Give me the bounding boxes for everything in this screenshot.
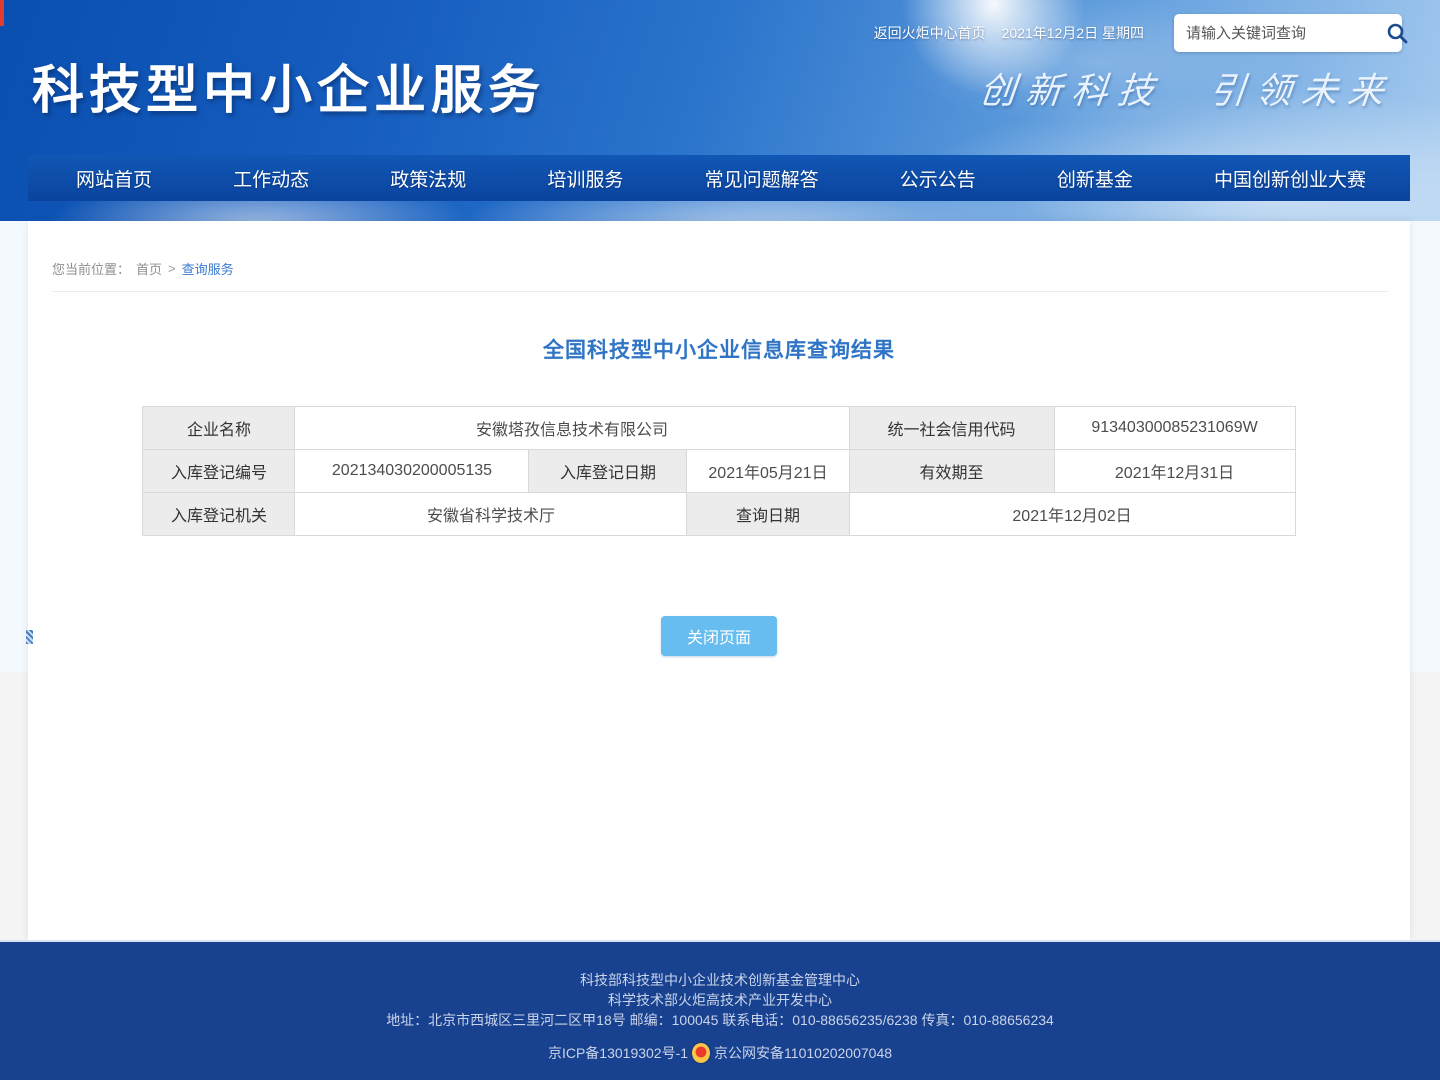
table-header-cell: 入库登记机关 — [143, 493, 295, 536]
nav-item-announcements[interactable]: 公示公告 — [900, 165, 976, 192]
site-title: 科技型中小企业服务 — [32, 48, 545, 123]
footer-org-line-1: 科技部科技型中小企业技术创新基金管理中心 — [0, 942, 1440, 990]
footer-legal-line: 京ICP备13019302号-1 京公网安备11010202007048 — [0, 1043, 1440, 1063]
registration-number-cell: 202134030200005135 — [295, 450, 529, 493]
breadcrumb-home-link[interactable]: 首页 — [136, 259, 162, 278]
footer: 科技部科技型中小企业技术创新基金管理中心 科学技术部火炬高技术产业开发中心 地址… — [0, 940, 1440, 1080]
police-record-link[interactable]: 京公网安备11010202007048 — [714, 1043, 892, 1063]
registration-agency-cell: 安徽省科学技术厅 — [295, 493, 687, 536]
table-header-cell: 入库登记日期 — [529, 450, 687, 493]
breadcrumb-label: 您当前位置： — [52, 259, 130, 278]
table-row: 企业名称 安徽塔孜信息技术有限公司 统一社会信用代码 9134030008523… — [143, 407, 1295, 450]
table-row: 入库登记机关 安徽省科学技术厅 查询日期 2021年12月02日 — [143, 493, 1295, 536]
current-date: 2021年12月2日 星期四 — [1002, 23, 1144, 43]
table-header-cell: 企业名称 — [143, 407, 295, 450]
police-badge-icon — [692, 1043, 710, 1063]
table-header-cell: 有效期至 — [849, 450, 1054, 493]
search-input[interactable] — [1186, 25, 1385, 42]
slogan-calligraphy: 创新科技 引领未来 — [977, 62, 1396, 114]
breadcrumb: 您当前位置： 首页 > 查询服务 — [28, 221, 1410, 278]
main-nav: 网站首页 工作动态 政策法规 培训服务 常见问题解答 公示公告 创新基金 中国创… — [28, 155, 1410, 201]
page: 科技型中小企业服务 创新科技 引领未来 返回火炬中心首页 2021年12月2日 … — [0, 0, 1440, 1080]
company-name-cell: 安徽塔孜信息技术有限公司 — [295, 407, 849, 450]
table-header-cell: 查询日期 — [687, 493, 849, 536]
content-card: 您当前位置： 首页 > 查询服务 全国科技型中小企业信息库查询结果 企业名称 安… — [28, 221, 1410, 940]
table-row: 入库登记编号 202134030200005135 入库登记日期 2021年05… — [143, 450, 1295, 493]
search-icon[interactable] — [1385, 21, 1409, 45]
nav-item-competition[interactable]: 中国创新创业大赛 — [1214, 165, 1366, 192]
nav-item-training[interactable]: 培训服务 — [547, 165, 623, 192]
search-box[interactable] — [1174, 14, 1402, 52]
footer-org-line-2: 科学技术部火炬高技术产业开发中心 — [0, 990, 1440, 1010]
nav-item-home[interactable]: 网站首页 — [76, 165, 152, 192]
nav-item-work-news[interactable]: 工作动态 — [233, 165, 309, 192]
table-header-cell: 入库登记编号 — [143, 450, 295, 493]
nav-item-faq[interactable]: 常见问题解答 — [705, 165, 819, 192]
red-edge-marker — [0, 0, 4, 26]
icp-record-link[interactable]: 京ICP备13019302号-1 — [548, 1043, 688, 1063]
result-table-wrapper: 企业名称 安徽塔孜信息技术有限公司 统一社会信用代码 9134030008523… — [28, 406, 1410, 536]
credit-code-cell: 91340300085231069W — [1054, 407, 1295, 450]
top-utility-bar: 返回火炬中心首页 2021年12月2日 星期四 — [874, 13, 1402, 53]
button-row: 关闭页面 — [28, 616, 1410, 656]
query-date-cell: 2021年12月02日 — [849, 493, 1295, 536]
table-header-cell: 统一社会信用代码 — [849, 407, 1054, 450]
footer-contact-line: 地址：北京市西城区三里河二区甲18号 邮编：100045 联系电话：010-88… — [0, 1010, 1440, 1030]
side-floater-handle[interactable] — [26, 630, 33, 644]
close-page-button[interactable]: 关闭页面 — [661, 616, 777, 656]
nav-item-policies[interactable]: 政策法规 — [390, 165, 466, 192]
registration-date-cell: 2021年05月21日 — [687, 450, 849, 493]
nav-item-innovation-fund[interactable]: 创新基金 — [1057, 165, 1133, 192]
return-torch-center-link[interactable]: 返回火炬中心首页 — [874, 23, 986, 43]
valid-until-cell: 2021年12月31日 — [1054, 450, 1295, 493]
breadcrumb-current-link[interactable]: 查询服务 — [182, 259, 234, 278]
result-table: 企业名称 安徽塔孜信息技术有限公司 统一社会信用代码 9134030008523… — [142, 406, 1295, 536]
page-title: 全国科技型中小企业信息库查询结果 — [28, 334, 1410, 364]
breadcrumb-separator: > — [168, 261, 176, 276]
breadcrumb-divider — [52, 291, 1388, 292]
